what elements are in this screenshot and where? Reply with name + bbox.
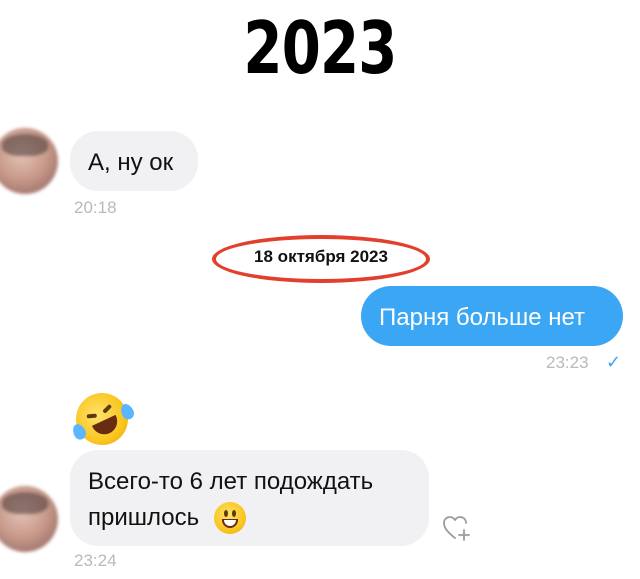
message-text: А, ну ок — [88, 149, 174, 176]
check-icon: ✓ — [606, 352, 622, 372]
message-text-line: пришлось — [88, 504, 200, 531]
rolling-on-floor-laughing-emoji — [67, 384, 137, 454]
message-text-line: Всего-то 6 лет подождать — [88, 468, 374, 495]
message-time: 23:24 — [74, 551, 117, 570]
message-text: Парня больше нет — [379, 304, 586, 331]
heart-plus-icon[interactable] — [442, 514, 472, 542]
message-time: 20:18 — [74, 198, 117, 217]
date-separator: 18 октября 2023 — [254, 247, 388, 266]
headline-year: 2023 — [243, 6, 397, 90]
message-bubble-incoming[interactable]: А, ну ок — [70, 131, 198, 191]
message-bubble-outgoing[interactable]: Парня больше нет — [361, 286, 623, 346]
avatar[interactable] — [0, 486, 58, 552]
avatar[interactable] — [0, 128, 58, 194]
message-bubble-incoming[interactable]: Всего-то 6 лет подождать пришлось — [70, 450, 429, 546]
grinning-face-emoji — [214, 502, 246, 534]
message-time: 23:23 — [546, 353, 589, 372]
